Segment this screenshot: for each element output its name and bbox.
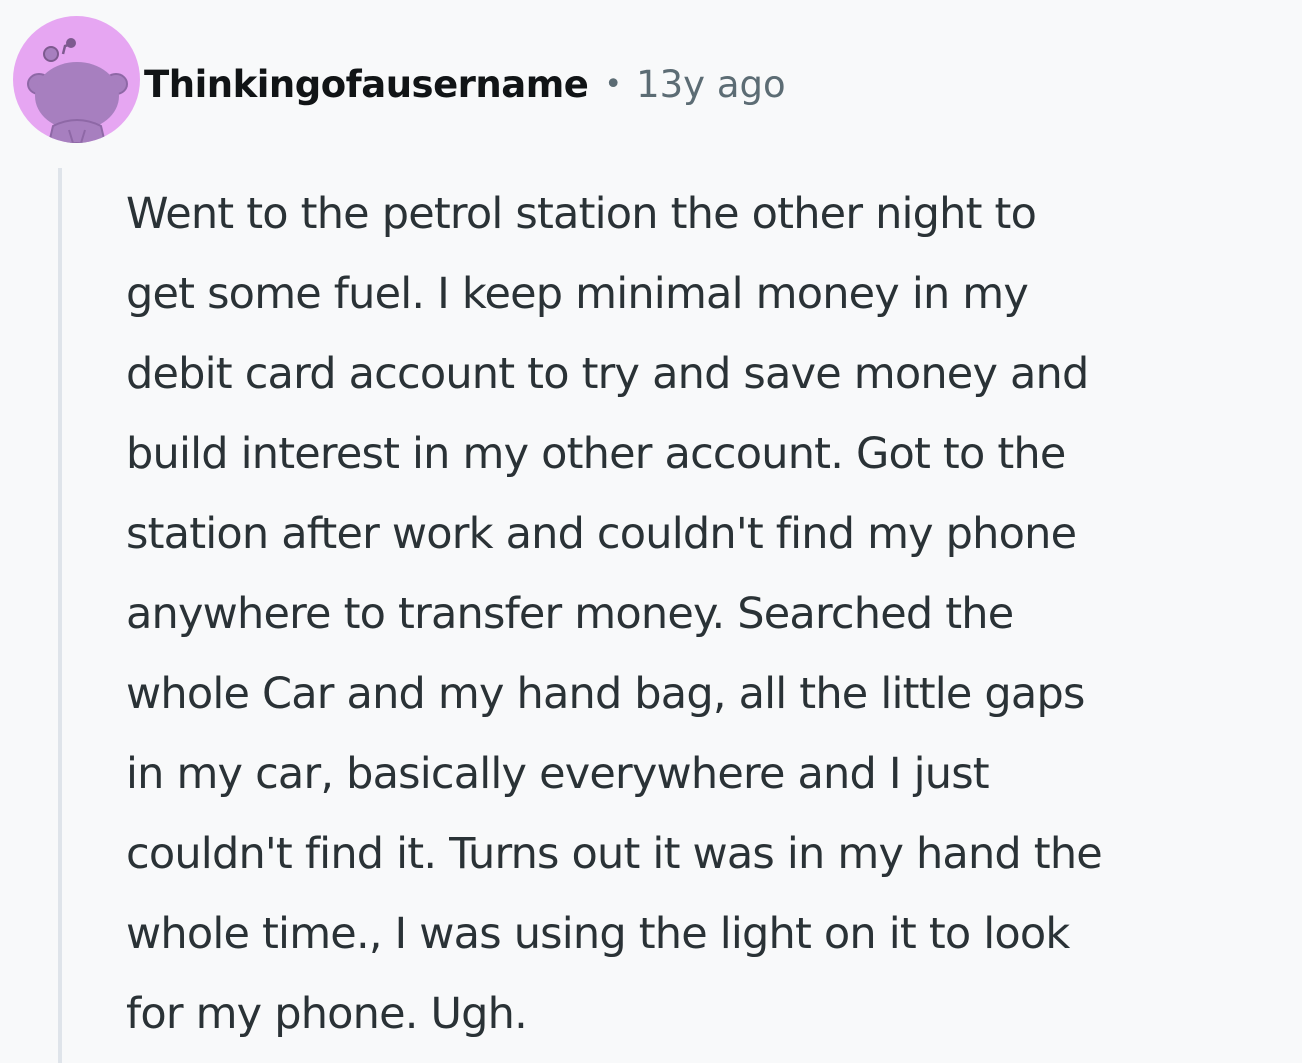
thread-line[interactable] (58, 168, 62, 1063)
meta-separator: • (604, 66, 623, 102)
snoo-avatar-icon (27, 38, 128, 143)
comment-body: Went to the petrol station the other nig… (126, 189, 1103, 1039)
comment-timestamp[interactable]: 13y ago (636, 63, 786, 106)
comment-author-link[interactable]: Thinkingofausername (144, 63, 589, 106)
avatar[interactable] (13, 16, 140, 143)
comment-header: Thinkingofausername • 13y ago (144, 56, 786, 112)
